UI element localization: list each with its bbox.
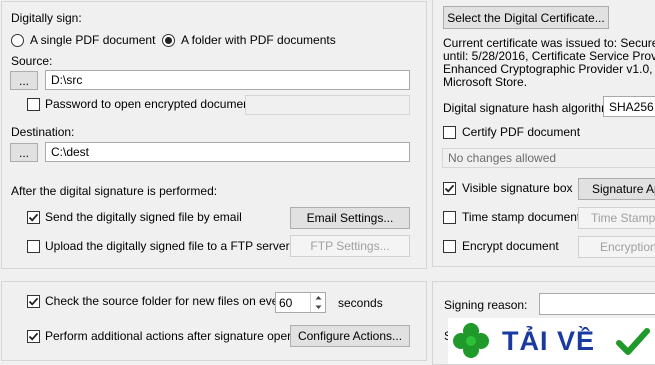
certificate-info-line-2: until: 5/28/2016, Certificate Service Pr… bbox=[443, 49, 655, 63]
password-input[interactable] bbox=[245, 95, 410, 115]
timestamp-checkbox[interactable] bbox=[443, 211, 456, 224]
after-signature-heading: After the digital signature is performed… bbox=[11, 184, 218, 198]
watermark-text: TẢI VỀ bbox=[502, 326, 596, 356]
check-folder-checkbox[interactable] bbox=[27, 295, 40, 308]
encryption-settings-button[interactable]: Encryption S bbox=[578, 236, 655, 258]
destination-browse-button[interactable]: ... bbox=[10, 143, 38, 162]
encrypt-label[interactable]: Encrypt document bbox=[462, 239, 559, 253]
password-checkbox[interactable] bbox=[27, 98, 40, 111]
radio-single-pdf[interactable] bbox=[11, 34, 24, 47]
timestamp-settings-button[interactable]: Time Stamping bbox=[578, 207, 655, 229]
signing-reason-label: Signing reason: bbox=[444, 298, 528, 312]
spin-up-icon[interactable] bbox=[311, 293, 326, 302]
email-settings-button[interactable]: Email Settings... bbox=[290, 207, 410, 229]
select-certificate-button[interactable]: Select the Digital Certificate... bbox=[443, 6, 609, 29]
radio-selected-dot bbox=[165, 37, 172, 44]
signature-appearance-label: Signature App bbox=[592, 182, 655, 196]
destination-path-input[interactable]: C:\dest bbox=[45, 142, 410, 162]
schedule-panel bbox=[1, 281, 427, 361]
configure-actions-button[interactable]: Configure Actions... bbox=[290, 325, 410, 347]
check-folder-label[interactable]: Check the source folder for new files on… bbox=[45, 294, 288, 308]
source-browse-button[interactable]: ... bbox=[10, 71, 38, 90]
encrypt-checkbox[interactable] bbox=[443, 240, 456, 253]
digitally-sign-label: Digitally sign: bbox=[11, 11, 82, 25]
encryption-settings-label: Encryption S bbox=[600, 240, 655, 254]
signing-reason-input[interactable] bbox=[539, 293, 655, 315]
changes-allowed-select[interactable]: No changes allowed bbox=[442, 148, 655, 168]
checkmark-icon bbox=[28, 332, 39, 341]
changes-allowed-value: No changes allowed bbox=[448, 151, 557, 165]
radio-folder-pdf[interactable] bbox=[162, 34, 175, 47]
certificate-info-line-1: Current certificate was issued to: Secur… bbox=[443, 36, 655, 50]
hash-algorithm-label: Digital signature hash algorithm: bbox=[443, 101, 615, 115]
password-label[interactable]: Password to open encrypted documents: bbox=[45, 97, 262, 111]
certificate-info-line-3: Enhanced Cryptographic Provider v1.0, Lo… bbox=[443, 62, 655, 76]
hash-algorithm-value: SHA256 bbox=[609, 99, 654, 114]
destination-label: Destination: bbox=[11, 125, 75, 139]
send-email-label[interactable]: Send the digitally signed file by email bbox=[45, 210, 242, 224]
radio-folder-pdf-label[interactable]: A folder with PDF documents bbox=[181, 33, 336, 47]
visible-signature-label[interactable]: Visible signature box bbox=[462, 181, 573, 195]
radio-single-pdf-label[interactable]: A single PDF document bbox=[30, 33, 155, 47]
spin-down-icon[interactable] bbox=[311, 303, 326, 312]
interval-spinbox[interactable]: 60 bbox=[275, 292, 326, 313]
additional-actions-checkbox[interactable] bbox=[27, 330, 40, 343]
interval-spin-buttons[interactable] bbox=[310, 293, 326, 312]
signature-appearance-button[interactable]: Signature App bbox=[578, 178, 655, 200]
send-email-checkbox[interactable] bbox=[27, 211, 40, 224]
watermark-logo: TẢI VỀ bbox=[448, 318, 655, 364]
interval-value: 60 bbox=[279, 295, 293, 310]
checkmark-icon bbox=[28, 213, 39, 222]
timestamp-settings-label: Time Stamping bbox=[591, 211, 655, 225]
upload-ftp-checkbox[interactable] bbox=[27, 240, 40, 253]
timestamp-label[interactable]: Time stamp document bbox=[462, 210, 580, 224]
checkmark-icon bbox=[444, 184, 455, 193]
hash-algorithm-select[interactable]: SHA256 bbox=[603, 96, 655, 117]
clover-icon bbox=[453, 323, 489, 358]
interval-unit-label: seconds bbox=[338, 296, 383, 310]
upload-ftp-label[interactable]: Upload the digitally signed file to a FT… bbox=[45, 239, 290, 253]
source-path-input[interactable]: D:\src bbox=[45, 70, 410, 90]
checkmark-logo-icon bbox=[616, 328, 650, 355]
visible-signature-checkbox[interactable] bbox=[443, 182, 456, 195]
certify-pdf-checkbox[interactable] bbox=[443, 126, 456, 139]
certify-pdf-label[interactable]: Certify PDF document bbox=[462, 125, 580, 139]
additional-actions-label[interactable]: Perform additional actions after signatu… bbox=[45, 329, 317, 343]
checkmark-icon bbox=[28, 297, 39, 306]
ftp-settings-button[interactable]: FTP Settings... bbox=[290, 235, 410, 257]
certificate-info-line-4: Microsoft Store. bbox=[443, 75, 528, 89]
source-label: Source: bbox=[11, 54, 53, 68]
